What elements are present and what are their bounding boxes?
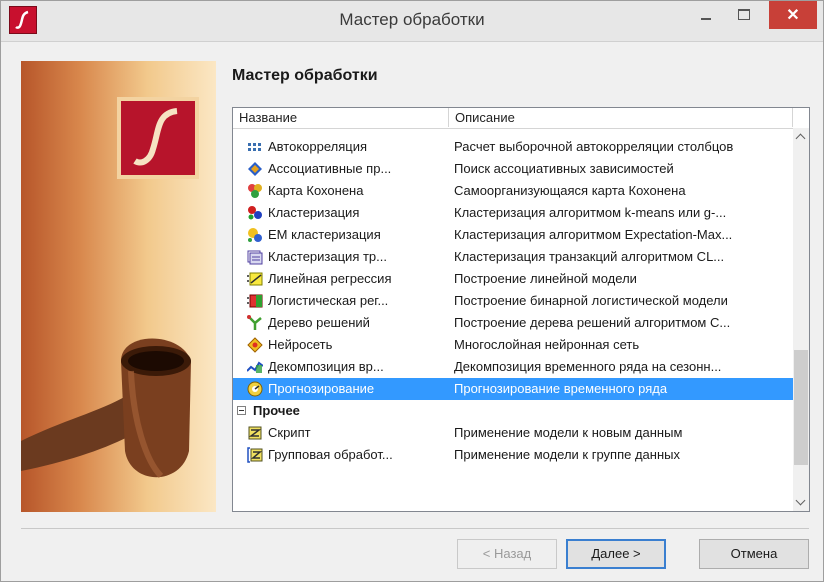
logistic-regression-icon bbox=[247, 294, 263, 308]
autocorrelation-icon bbox=[248, 143, 261, 151]
group-header-other[interactable]: Прочее bbox=[233, 400, 793, 422]
scroll-up-arrow-icon[interactable] bbox=[793, 128, 809, 145]
next-button[interactable]: Далее > bbox=[566, 539, 666, 569]
list-item-decision-tree[interactable]: Дерево решений Построение дерева решений… bbox=[233, 312, 793, 334]
item-description: Построение дерева решений алгоритмом C..… bbox=[454, 315, 731, 330]
list-item-batch-processing[interactable]: Групповая обработ... Применение модели к… bbox=[233, 444, 793, 466]
transaction-clustering-icon bbox=[247, 250, 263, 265]
kohonen-map-icon bbox=[248, 184, 262, 198]
item-name: Линейная регрессия bbox=[268, 271, 392, 286]
linear-regression-icon bbox=[247, 272, 263, 286]
list-item-decomposition[interactable]: Декомпозиция вр... Декомпозиция временно… bbox=[233, 356, 793, 378]
list-item-autocorrelation[interactable]: Автокорреляция Расчет выборочной автокор… bbox=[233, 136, 793, 158]
item-description: Построение бинарной логистической модели bbox=[454, 293, 728, 308]
processor-list[interactable]: Название Описание Автокорреляция Расчет … bbox=[232, 107, 810, 512]
column-header-name[interactable]: Название bbox=[233, 108, 449, 127]
item-description: Поиск ассоциативных зависимостей bbox=[454, 161, 674, 176]
pipe-illustration-icon bbox=[21, 338, 191, 479]
decomposition-icon bbox=[247, 361, 263, 373]
footer-divider bbox=[21, 528, 809, 529]
list-rows: Автокорреляция Расчет выборочной автокор… bbox=[233, 136, 793, 466]
minus-expander-icon[interactable] bbox=[237, 406, 246, 415]
list-item-em-clustering[interactable]: EM кластеризация Кластеризация алгоритмо… bbox=[233, 224, 793, 246]
wizard-side-image bbox=[21, 61, 216, 512]
list-item-neural-network[interactable]: Нейросеть Многослойная нейронная сеть bbox=[233, 334, 793, 356]
item-description: Построение линейной модели bbox=[454, 271, 637, 286]
list-item-linear-regression[interactable]: Линейная регрессия Построение линейной м… bbox=[233, 268, 793, 290]
back-button[interactable]: < Назад bbox=[457, 539, 557, 569]
em-clustering-icon bbox=[248, 228, 262, 242]
group-name: Прочее bbox=[253, 403, 300, 418]
list-item-association[interactable]: Ассоциативные пр... Поиск ассоциативных … bbox=[233, 158, 793, 180]
list-item-forecasting[interactable]: Прогнозирование Прогнозирование временно… bbox=[233, 378, 793, 400]
list-item-transaction-clustering[interactable]: Кластеризация тр... Кластеризация транза… bbox=[233, 246, 793, 268]
script-icon bbox=[248, 426, 262, 440]
list-header: Название Описание bbox=[233, 108, 793, 129]
item-description: Многослойная нейронная сеть bbox=[454, 337, 640, 352]
item-description: Самоорганизующаяся карта Кохонена bbox=[454, 183, 686, 198]
item-name: Кластеризация bbox=[268, 205, 360, 220]
item-description: Кластеризация алгоритмом Expectation-Max… bbox=[454, 227, 733, 242]
list-item-kohonen-map[interactable]: Карта Кохонена Самоорганизующаяся карта … bbox=[233, 180, 793, 202]
association-icon bbox=[248, 162, 262, 176]
item-name: Дерево решений bbox=[268, 315, 370, 330]
item-description: Кластеризация алгоритмом k-means или g-.… bbox=[454, 205, 727, 220]
item-name: Групповая обработ... bbox=[268, 447, 393, 462]
batch-processing-icon bbox=[247, 447, 263, 463]
close-button[interactable]: ✕ bbox=[769, 1, 817, 29]
scroll-thumb[interactable] bbox=[794, 350, 808, 465]
item-name: Ассоциативные пр... bbox=[268, 161, 392, 176]
item-description: Кластеризация транзакций алгоритмом CL..… bbox=[454, 249, 725, 264]
item-name: Логистическая рег... bbox=[268, 293, 389, 308]
maximize-button[interactable] bbox=[729, 1, 759, 29]
close-icon: ✕ bbox=[786, 7, 800, 24]
item-description: Применение модели к группе данных bbox=[454, 447, 680, 462]
item-name: Скрипт bbox=[268, 425, 311, 440]
item-name: Автокорреляция bbox=[268, 139, 368, 154]
item-name: Кластеризация тр... bbox=[268, 249, 387, 264]
item-description: Декомпозиция временного ряда на сезонн..… bbox=[454, 359, 722, 374]
item-description: Применение модели к новым данным bbox=[454, 425, 683, 440]
column-header-description[interactable]: Описание bbox=[450, 108, 793, 127]
decision-tree-icon bbox=[247, 315, 262, 330]
item-name: Декомпозиция вр... bbox=[268, 359, 384, 374]
minimize-button[interactable] bbox=[691, 1, 721, 29]
deductor-logo-icon bbox=[117, 97, 199, 179]
scroll-down-arrow-icon[interactable] bbox=[793, 494, 809, 511]
clustering-icon bbox=[248, 206, 262, 220]
dialog-window: Мастер обработки ✕ Мастер обработки Назв… bbox=[0, 0, 824, 582]
item-description: Прогнозирование временного ряда bbox=[454, 381, 668, 396]
forecasting-icon bbox=[247, 381, 263, 397]
item-name: EM кластеризация bbox=[268, 227, 381, 242]
list-item-logistic-regression[interactable]: Логистическая рег... Построение бинарной… bbox=[233, 290, 793, 312]
title-bar[interactable]: Мастер обработки ✕ bbox=[1, 1, 823, 42]
list-item-script[interactable]: Скрипт Применение модели к новым данным bbox=[233, 422, 793, 444]
vertical-scrollbar[interactable] bbox=[793, 128, 809, 511]
neural-network-icon bbox=[247, 337, 263, 353]
list-item-clustering[interactable]: Кластеризация Кластеризация алгоритмом k… bbox=[233, 202, 793, 224]
item-description: Расчет выборочной автокорреляции столбцо… bbox=[454, 139, 734, 154]
page-heading: Мастер обработки bbox=[232, 67, 378, 84]
item-name: Карта Кохонена bbox=[268, 183, 364, 198]
item-name: Нейросеть bbox=[268, 337, 333, 352]
item-name: Прогнозирование bbox=[268, 381, 375, 396]
cancel-button[interactable]: Отмена bbox=[699, 539, 809, 569]
